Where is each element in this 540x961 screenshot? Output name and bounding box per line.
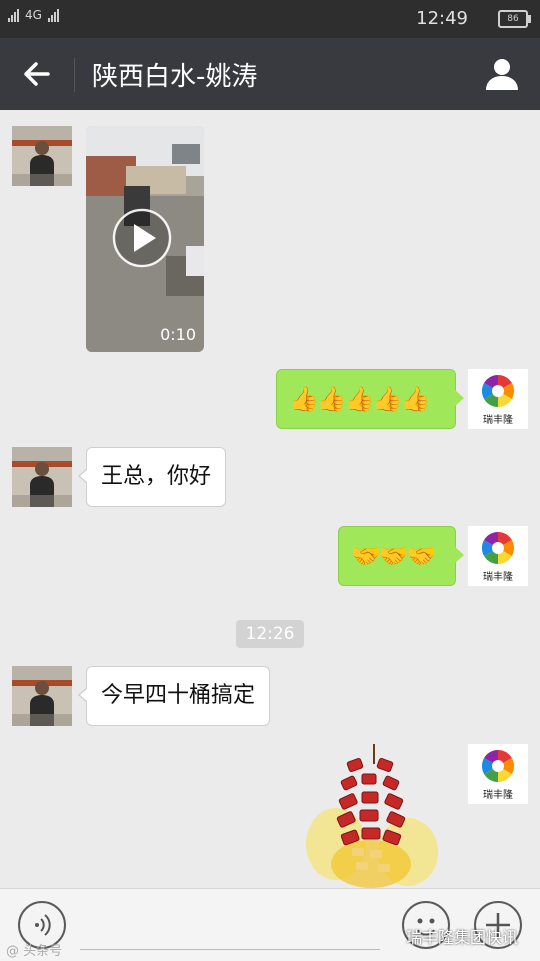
thumbs-up-emoji: 👍👍👍👍👍: [289, 385, 430, 413]
status-bar: 4G 12:49 86: [0, 0, 540, 38]
sent-bubble-thumbs[interactable]: 👍👍👍👍👍: [276, 369, 464, 429]
signal-icon: [8, 8, 19, 22]
handshake-emoji: 🤝🤝🤝: [351, 542, 437, 570]
signal-area: 4G: [8, 8, 59, 22]
self-avatar[interactable]: 瑞丰隆: [468, 526, 528, 586]
video-message[interactable]: 0:10: [86, 126, 204, 352]
timestamp-chip: 12:26: [236, 620, 304, 648]
signal-icon-2: [47, 8, 59, 22]
contact-avatar[interactable]: [12, 447, 72, 507]
watermark-left: @ 头条号: [6, 944, 63, 959]
received-bubble[interactable]: 今早四十桶搞定: [77, 666, 271, 726]
back-arrow-icon[interactable]: [18, 54, 58, 94]
video-duration: 0:10: [160, 325, 196, 344]
header-divider: [74, 58, 75, 92]
brand-label: 瑞丰隆: [483, 572, 513, 583]
message-input[interactable]: [80, 949, 380, 950]
chat-header: 陕西白水-姚涛: [0, 38, 540, 110]
chat-title: 陕西白水-姚涛: [92, 62, 258, 92]
received-bubble[interactable]: 王总，你好: [77, 447, 227, 507]
contact-avatar[interactable]: [12, 666, 72, 726]
battery-icon: 86: [498, 10, 531, 28]
firecracker-sticker[interactable]: [296, 744, 442, 888]
contact-avatar[interactable]: [12, 126, 72, 186]
self-avatar[interactable]: 瑞丰隆: [468, 744, 528, 804]
watermark-right: 瑞丰隆集团快讯: [406, 928, 519, 947]
sent-bubble-handshake[interactable]: 🤝🤝🤝: [338, 526, 464, 586]
network-label: 4G: [25, 8, 42, 22]
self-avatar[interactable]: 瑞丰隆: [468, 369, 528, 429]
brand-label: 瑞丰隆: [483, 790, 513, 801]
clock: 12:49: [416, 8, 468, 29]
contact-info-icon[interactable]: [482, 54, 522, 94]
brand-label: 瑞丰隆: [483, 415, 513, 426]
